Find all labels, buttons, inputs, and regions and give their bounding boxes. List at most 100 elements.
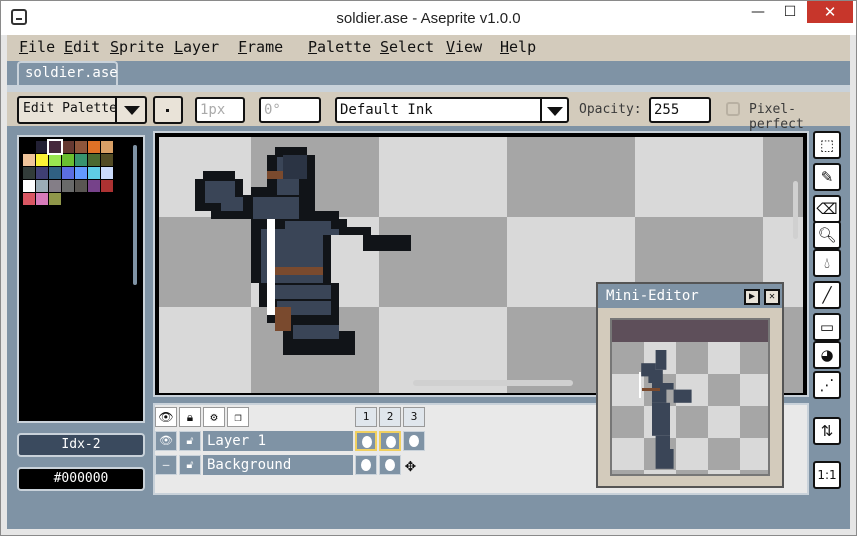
menu-file[interactable]: File	[19, 38, 55, 56]
pixel-perfect-checkbox[interactable]	[726, 102, 740, 116]
tool-fill[interactable]: ◕	[813, 341, 841, 369]
maximize-button[interactable]: ☐	[775, 1, 805, 23]
chevron-down-icon[interactable]	[124, 106, 140, 115]
lock-icon[interactable]: 🔒︎	[179, 407, 201, 427]
mini-editor-preview[interactable]	[610, 318, 770, 476]
palette-swatch[interactable]	[62, 180, 74, 192]
palette-scrollbar[interactable]	[133, 145, 137, 285]
palette-swatch[interactable]	[49, 167, 61, 179]
brush-angle-input[interactable]: 0°	[259, 97, 321, 123]
tool-zoom[interactable]: 🔍︎	[813, 221, 841, 249]
tab-soldier-ase[interactable]: soldier.ase	[17, 61, 118, 85]
tool-eraser[interactable]: ⌫	[813, 195, 841, 223]
mini-editor-play-button[interactable]: ▶	[744, 289, 760, 305]
minimize-button[interactable]: —	[743, 1, 773, 23]
tool-pencil[interactable]: ✎	[813, 163, 841, 191]
spray-icon: ⋰	[819, 376, 835, 394]
palette-swatch[interactable]	[101, 154, 113, 166]
palette-swatch[interactable]	[23, 180, 35, 192]
mini-editor-window[interactable]: Mini-Editor ▶ ✕	[596, 282, 784, 488]
palette-swatch[interactable]	[88, 154, 100, 166]
palette-swatch[interactable]	[36, 180, 48, 192]
cel-layer1-frame3[interactable]	[403, 431, 425, 451]
palette-swatch[interactable]	[36, 167, 48, 179]
zoom-1to1-button[interactable]: 1:1	[813, 461, 841, 489]
frame-header-1[interactable]: 1	[355, 407, 377, 427]
edit-palette-button[interactable]: Edit Palette	[17, 96, 147, 124]
palette-swatch[interactable]	[47, 139, 63, 155]
frame-header-3[interactable]: 3	[403, 407, 425, 427]
tab-strip-underline	[7, 85, 850, 92]
palette-swatch[interactable]	[23, 193, 35, 205]
eye-icon[interactable]: 👁︎	[155, 407, 177, 427]
timeline-options-button[interactable]: ⇅	[813, 417, 841, 445]
brush-size-input[interactable]: 1px	[195, 97, 245, 123]
mini-editor-title: Mini-Editor	[606, 288, 699, 304]
cel-background-frame2[interactable]	[379, 455, 401, 475]
palette-swatch[interactable]	[36, 141, 48, 153]
horizontal-scrollbar[interactable]	[413, 380, 573, 386]
menu-select[interactable]: Select	[380, 38, 434, 56]
palette-swatch[interactable]	[23, 141, 35, 153]
palette-swatch[interactable]	[49, 180, 61, 192]
title-bar[interactable]: soldier.ase - Aseprite v1.0.0 — ☐ ✕	[1, 1, 856, 35]
color-index-label[interactable]: Idx-2	[17, 433, 145, 457]
palette-swatch[interactable]	[23, 167, 35, 179]
layer-lock-toggle[interactable]: 🔓︎	[179, 431, 201, 451]
menu-edit[interactable]: Edit	[64, 38, 100, 56]
palette-swatch[interactable]	[101, 167, 113, 179]
mini-editor-title-bar[interactable]: Mini-Editor ▶ ✕	[598, 284, 782, 308]
gear-icon[interactable]: ⚙	[203, 407, 225, 427]
zoom-icon: 🔍︎	[817, 226, 837, 244]
palette-swatch[interactable]	[88, 180, 100, 192]
palette-swatch[interactable]	[62, 167, 74, 179]
layer-name[interactable]: Layer 1	[203, 431, 353, 451]
menu-layer[interactable]: Layer	[174, 38, 219, 56]
eyedropper-icon: 💧︎	[823, 254, 830, 272]
brush-type-button[interactable]	[153, 96, 183, 124]
app-window: soldier.ase - Aseprite v1.0.0 — ☐ ✕ File…	[0, 0, 857, 536]
palette-swatch[interactable]	[75, 141, 87, 153]
frame-header-2[interactable]: 2	[379, 407, 401, 427]
palette-swatch[interactable]	[101, 180, 113, 192]
cel-layer1-frame2[interactable]	[379, 431, 401, 451]
chevron-down-icon[interactable]	[547, 107, 563, 116]
palette-swatch[interactable]	[75, 167, 87, 179]
layer-name[interactable]: Background	[203, 455, 353, 475]
tool-line[interactable]: ╱	[813, 281, 841, 309]
menu-sprite[interactable]: Sprite	[110, 38, 164, 56]
tool-rectangle[interactable]: ▭	[813, 313, 841, 341]
vertical-scrollbar[interactable]	[793, 181, 798, 239]
context-toolbar: Edit Palette 1px 0° Default Ink Opacity:…	[7, 92, 850, 132]
menu-frame[interactable]: Frame	[238, 38, 283, 56]
ink-select[interactable]: Default Ink	[335, 97, 569, 123]
layer-visibility-toggle[interactable]: —	[155, 455, 177, 475]
cel-layer1-frame1[interactable]	[355, 431, 377, 451]
cel-background-frame1[interactable]	[355, 455, 377, 475]
tool-rectangular-marquee[interactable]: ⬚	[813, 131, 841, 159]
palette-swatch[interactable]	[62, 154, 74, 166]
color-hex-label[interactable]: #000000	[17, 467, 145, 491]
menu-help[interactable]: Help	[500, 38, 536, 56]
palette-swatch[interactable]	[75, 180, 87, 192]
layers-icon[interactable]: ❐	[227, 407, 249, 427]
palette-swatch[interactable]	[36, 193, 48, 205]
palette-swatch[interactable]	[75, 154, 87, 166]
opacity-input[interactable]: 255	[649, 97, 711, 123]
menu-palette[interactable]: Palette	[308, 38, 371, 56]
close-button[interactable]: ✕	[807, 1, 853, 23]
palette-swatch[interactable]	[88, 141, 100, 153]
palette-swatch[interactable]	[49, 154, 61, 166]
palette-swatch[interactable]	[88, 167, 100, 179]
layer-visibility-toggle[interactable]: 👁︎	[155, 431, 177, 451]
tool-eyedropper[interactable]: 💧︎	[813, 249, 841, 277]
palette-swatch[interactable]	[23, 154, 35, 166]
palette-swatch[interactable]	[62, 141, 74, 153]
mini-editor-close-button[interactable]: ✕	[764, 289, 780, 305]
palette-swatch[interactable]	[101, 141, 113, 153]
palette-swatch[interactable]	[36, 154, 48, 166]
layer-lock-toggle[interactable]: 🔓︎	[179, 455, 201, 475]
tool-spray[interactable]: ⋰	[813, 371, 841, 399]
menu-view[interactable]: View	[446, 38, 482, 56]
palette-swatch[interactable]	[49, 193, 61, 205]
